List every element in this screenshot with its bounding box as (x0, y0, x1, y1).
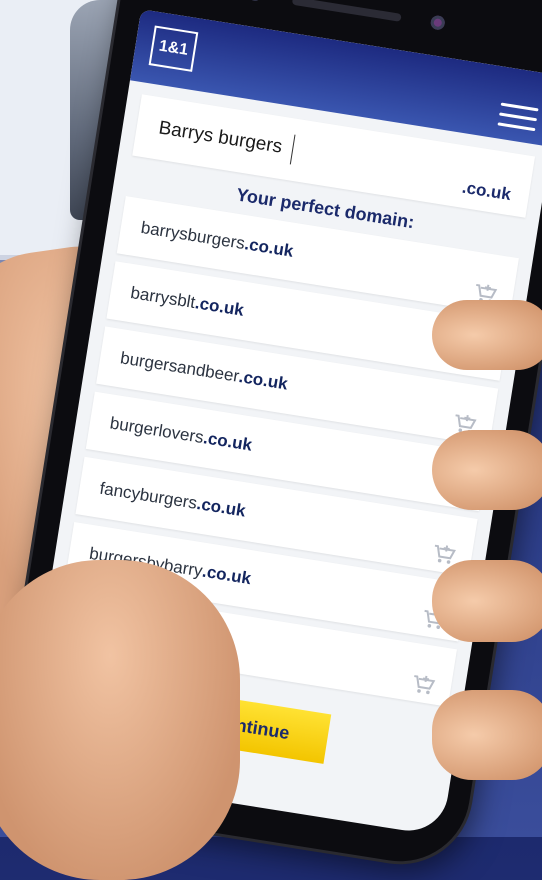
search-tld: .co.uk (460, 177, 513, 205)
shopping-cart-icon[interactable] (430, 542, 457, 566)
shopping-cart-icon[interactable] (410, 673, 437, 697)
iris-scanner (429, 14, 446, 31)
earpiece-speaker (291, 0, 402, 22)
domain-tld: .co.uk (201, 428, 254, 455)
search-value: Barrys burgers (157, 117, 284, 158)
domain-tld: .co.uk (195, 494, 247, 521)
hand-thumb (0, 560, 240, 880)
finger (432, 430, 542, 510)
domain-base: barrysburgers (139, 217, 247, 254)
domain-tld: .co.uk (200, 561, 253, 589)
hamburger-menu-icon[interactable] (496, 102, 539, 139)
domain-base: fancyburgers (98, 478, 199, 513)
domain-name: barrysburgers.co.uk (139, 217, 295, 262)
finger (432, 300, 542, 370)
domain-name: fancyburgers.co.uk (98, 479, 247, 522)
domain-name: burgerlovers.co.uk (109, 413, 254, 455)
finger (432, 690, 542, 780)
domain-name: burgersandbeer.co.uk (119, 348, 289, 394)
finger (432, 560, 542, 642)
text-caret (289, 134, 296, 165)
domain-name: barrysblt.co.uk (129, 283, 245, 321)
domain-base: burgerlovers (108, 413, 205, 448)
domain-tld: .co.uk (193, 293, 246, 320)
sensor (247, 0, 264, 2)
domain-tld: .co.uk (237, 367, 290, 394)
domain-base: burgersandbeer (118, 348, 241, 386)
domain-base: barrysblt (129, 283, 197, 313)
brand-logo[interactable]: 1&1 (148, 25, 199, 72)
domain-tld: .co.uk (243, 234, 295, 261)
